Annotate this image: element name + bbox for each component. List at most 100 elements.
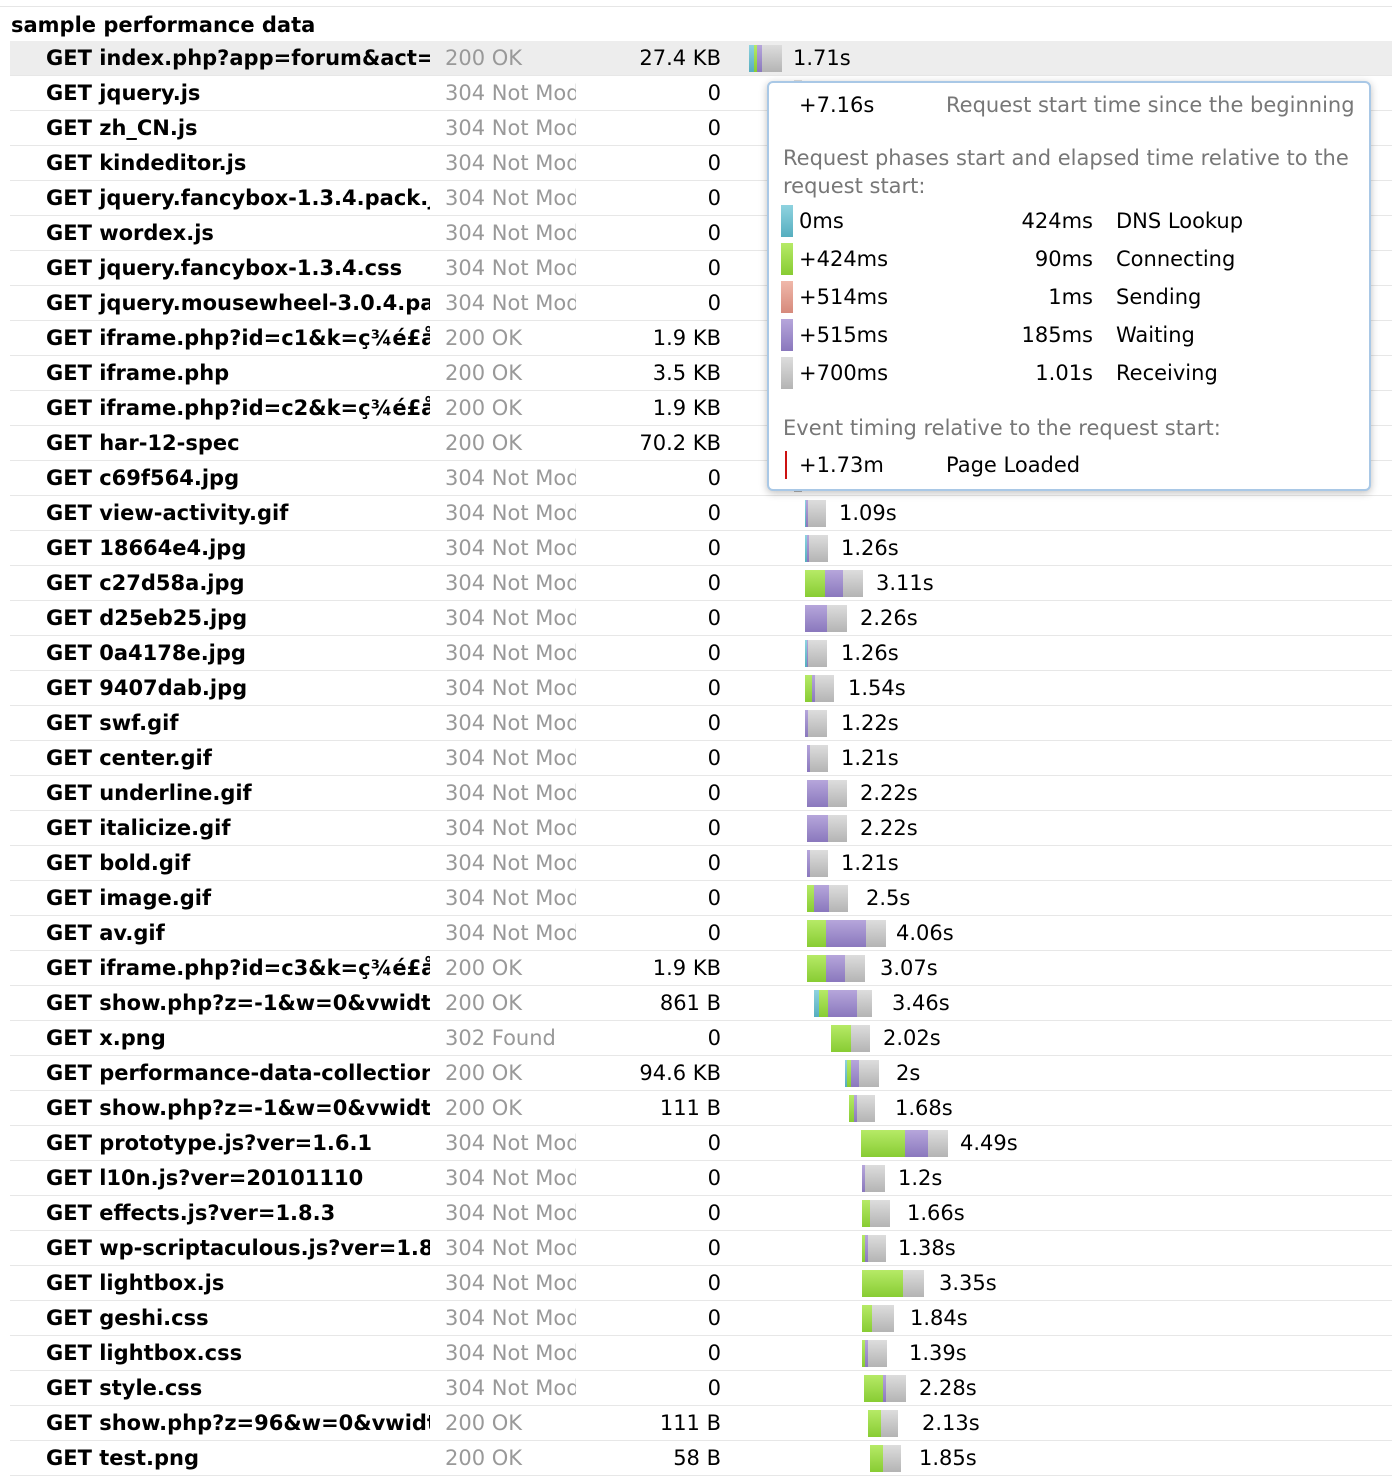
waterfall-bar[interactable] [805, 535, 828, 562]
request-size: 0 [707, 1271, 721, 1295]
waterfall-bar[interactable] [849, 1095, 875, 1122]
request-status: 304 Not Mod [445, 746, 576, 770]
waterfall-bar[interactable] [805, 675, 834, 702]
request-row[interactable]: GET test.png 200 OK 58 B 1.85s [10, 1441, 1392, 1476]
request-timeline: 2.13s [735, 1406, 1392, 1440]
request-row[interactable]: GET wp-scriptaculous.js?ver=1.8. 304 Not … [10, 1231, 1392, 1266]
receiving-segment [870, 1200, 890, 1227]
connecting-segment [819, 990, 828, 1017]
request-size: 0 [707, 1166, 721, 1190]
connecting-segment [862, 1305, 872, 1332]
waterfall-bar[interactable] [807, 885, 848, 912]
request-name: GET performance-data-collection [46, 1061, 430, 1085]
waterfall-bar[interactable] [864, 1375, 906, 1402]
request-row[interactable]: GET performance-data-collection 200 OK 94.… [10, 1056, 1392, 1091]
request-timeline: 2.22s [735, 811, 1392, 845]
connecting-segment [807, 955, 826, 982]
waterfall-bar[interactable] [807, 920, 886, 947]
request-row[interactable]: GET av.gif 304 Not Mod 0 4.06s [10, 916, 1392, 951]
waterfall-bar[interactable] [861, 1130, 948, 1157]
request-size: 0 [707, 711, 721, 735]
receiving-segment [845, 955, 865, 982]
request-row[interactable]: GET image.gif 304 Not Mod 0 2.5s [10, 881, 1392, 916]
request-size: 0 [707, 606, 721, 630]
request-timeline: 1.21s [735, 741, 1392, 775]
request-size: 1.9 KB [652, 956, 721, 980]
waterfall-bar[interactable] [862, 1235, 886, 1262]
waterfall-bar[interactable] [831, 1025, 870, 1052]
duration-label: 3.11s [876, 571, 934, 595]
request-timeline: 1.71s [735, 41, 1392, 75]
request-row[interactable]: GET effects.js?ver=1.8.3 304 Not Mod 0 1.66… [10, 1196, 1392, 1231]
waterfall-bar[interactable] [862, 1270, 924, 1297]
request-row[interactable]: GET bold.gif 304 Not Mod 0 1.21s [10, 846, 1392, 881]
waterfall-bar[interactable] [862, 1305, 894, 1332]
waterfall-bar[interactable] [805, 605, 847, 632]
waterfall-bar[interactable] [805, 570, 863, 597]
waterfall-bar[interactable] [805, 500, 826, 527]
request-row[interactable]: GET lightbox.js 304 Not Mod 0 3.35s [10, 1266, 1392, 1301]
request-size: 27.4 KB [639, 46, 721, 70]
request-row[interactable]: GET italicize.gif 304 Not Mod 0 2.22s [10, 811, 1392, 846]
request-row[interactable]: GET c27d58a.jpg 304 Not Mod 0 3.11s [10, 566, 1392, 601]
request-name: GET underline.gif [46, 781, 252, 805]
waterfall-bar[interactable] [868, 1410, 898, 1437]
request-name: GET show.php?z=96&w=0&vwidth [46, 1411, 430, 1435]
request-timeline: 1.22s [735, 706, 1392, 740]
request-row[interactable]: GET iframe.php?id=c3&k=ç¾é£å¨ 200 OK 1.9 K… [10, 951, 1392, 986]
request-status: 304 Not Mod [445, 886, 576, 910]
waterfall-bar[interactable] [862, 1340, 887, 1367]
request-row[interactable]: GET geshi.css 304 Not Mod 0 1.84s [10, 1301, 1392, 1336]
request-row[interactable]: GET index.php?app=forum&act=tl 200 OK 27.4… [10, 41, 1392, 76]
request-timeline: 2.02s [735, 1021, 1392, 1055]
waterfall-bar[interactable] [862, 1165, 885, 1192]
waterfall-bar[interactable] [807, 745, 828, 772]
request-row[interactable]: GET swf.gif 304 Not Mod 0 1.22s [10, 706, 1392, 741]
request-status: 304 Not Mod [445, 466, 576, 490]
request-row[interactable]: GET 0a4178e.jpg 304 Not Mod 0 1.26s [10, 636, 1392, 671]
request-name: GET italicize.gif [46, 816, 231, 840]
waiting-segment [851, 1060, 859, 1087]
waterfall-bar[interactable] [807, 815, 847, 842]
request-timeline: 1.84s [735, 1301, 1392, 1335]
request-row[interactable]: GET show.php?z=-1&w=0&vwidth 200 OK 861 B 3… [10, 986, 1392, 1021]
request-name: GET wp-scriptaculous.js?ver=1.8. [46, 1236, 430, 1260]
request-row[interactable]: GET x.png 302 Found 0 2.02s [10, 1021, 1392, 1056]
phase-start: +700ms [799, 361, 889, 385]
phase-start: +515ms [799, 323, 889, 347]
waterfall-bar[interactable] [805, 640, 827, 667]
request-row[interactable]: GET d25eb25.jpg 304 Not Mod 0 2.26s [10, 601, 1392, 636]
request-row[interactable]: GET show.php?z=-1&w=0&vwidth 200 OK 111 B 1… [10, 1091, 1392, 1126]
request-row[interactable]: GET underline.gif 304 Not Mod 0 2.22s [10, 776, 1392, 811]
duration-label: 2.22s [860, 781, 918, 805]
request-name: GET iframe.php?id=c1&k=ç¾é£å¨ [46, 326, 430, 350]
duration-label: 1.21s [841, 851, 899, 875]
waterfall-bar[interactable] [814, 990, 872, 1017]
request-size: 70.2 KB [639, 431, 721, 455]
request-row[interactable]: GET 18664e4.jpg 304 Not Mod 0 1.26s [10, 531, 1392, 566]
receiving-segment [881, 1410, 898, 1437]
waterfall-bar[interactable] [870, 1445, 901, 1472]
receiving-segment [866, 920, 886, 947]
waterfall-bar[interactable] [805, 710, 827, 737]
waterfall-bar[interactable] [807, 780, 847, 807]
request-row[interactable]: GET l10n.js?ver=20101110 304 Not Mod 0 1.2s [10, 1161, 1392, 1196]
waterfall-bar[interactable] [807, 955, 865, 982]
waterfall-bar[interactable] [845, 1060, 879, 1087]
duration-label: 3.35s [939, 1271, 997, 1295]
request-row[interactable]: GET show.php?z=96&w=0&vwidth 200 OK 111 B 2… [10, 1406, 1392, 1441]
request-row[interactable]: GET style.css 304 Not Mod 0 2.28s [10, 1371, 1392, 1406]
request-row[interactable]: GET lightbox.css 304 Not Mod 0 1.39s [10, 1336, 1392, 1371]
dns-swatch [781, 205, 793, 237]
request-size: 0 [707, 676, 721, 700]
request-row[interactable]: GET center.gif 304 Not Mod 0 1.21s [10, 741, 1392, 776]
request-timeline: 1.2s [735, 1161, 1392, 1195]
waterfall-bar[interactable] [862, 1200, 890, 1227]
request-row[interactable]: GET prototype.js?ver=1.6.1 304 Not Mod 0 4.… [10, 1126, 1392, 1161]
waterfall-bar[interactable] [807, 850, 828, 877]
waterfall-bar[interactable] [749, 45, 782, 72]
request-row[interactable]: GET view-activity.gif 304 Not Mod 0 1.09s [10, 496, 1392, 531]
duration-label: 2s [896, 1061, 921, 1085]
request-row[interactable]: GET 9407dab.jpg 304 Not Mod 0 1.54s [10, 671, 1392, 706]
tooltip-events-heading: Event timing relative to the request sta… [783, 416, 1221, 440]
